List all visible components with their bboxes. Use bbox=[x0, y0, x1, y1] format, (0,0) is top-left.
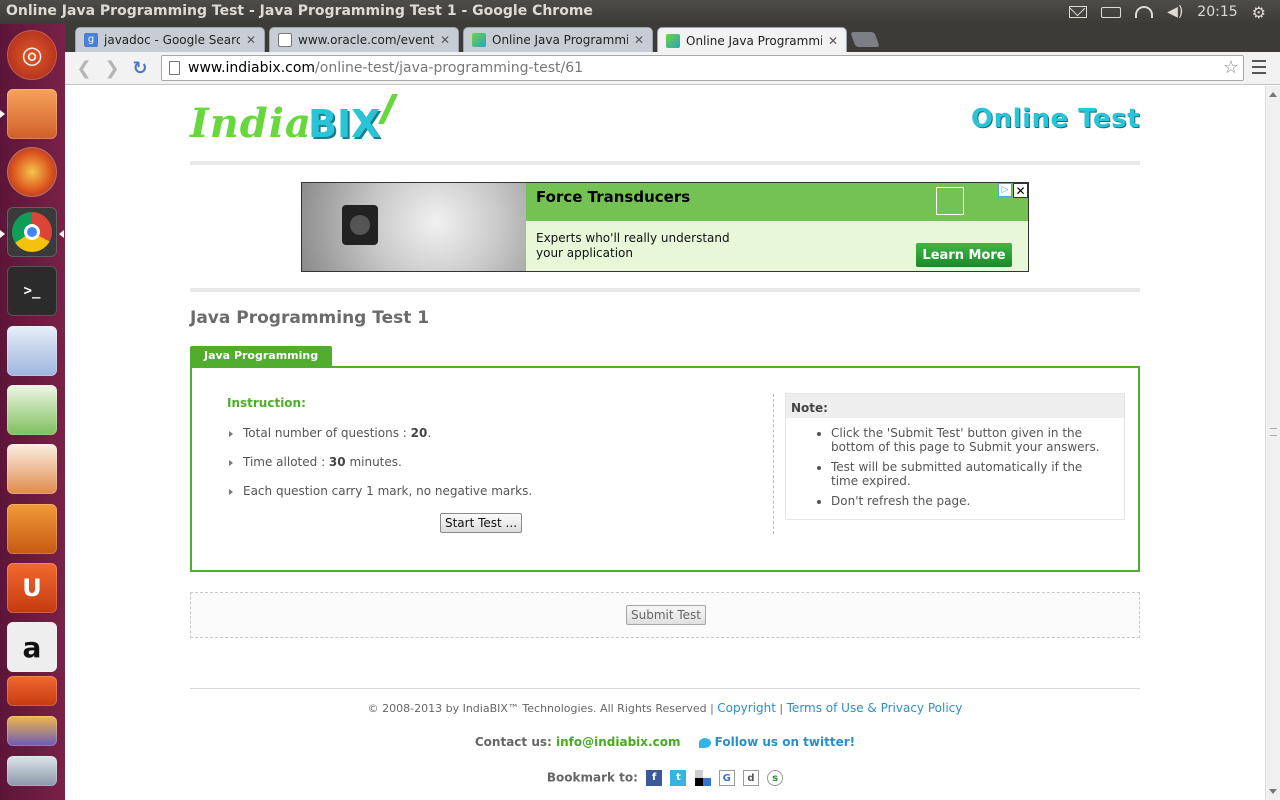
page-viewport: India BIX Online Test Force Transducers … bbox=[65, 86, 1265, 800]
ad-logo-icon bbox=[936, 187, 964, 215]
texmaker-icon[interactable] bbox=[7, 716, 57, 746]
ad-body: Experts who'll really understand your ap… bbox=[536, 231, 730, 260]
indiabix-logo[interactable]: India BIX bbox=[190, 92, 400, 152]
google-icon: g bbox=[84, 33, 98, 47]
ubuntu-dash-icon[interactable]: ◎ bbox=[7, 30, 57, 80]
google-bookmarks-icon[interactable]: G bbox=[718, 770, 735, 786]
libreoffice-impress-icon[interactable] bbox=[7, 444, 57, 494]
divider bbox=[773, 394, 774, 534]
email-link[interactable]: info@indiabix.com bbox=[556, 735, 680, 749]
system-tray: ◀) 20:15 ⚙ bbox=[1069, 0, 1280, 24]
submit-test-button[interactable]: Submit Test bbox=[626, 605, 706, 625]
instruction-label: Instruction: bbox=[227, 396, 306, 410]
online-test-heading: Online Test bbox=[971, 104, 1140, 134]
ad-close-icon[interactable]: ✕ bbox=[1013, 183, 1028, 198]
ad-image[interactable] bbox=[302, 183, 526, 271]
twitter-link[interactable]: Follow us on twitter! bbox=[715, 735, 855, 749]
submit-area: Submit Test bbox=[190, 592, 1140, 638]
ubuntu-one-music-icon[interactable] bbox=[7, 676, 57, 706]
clock[interactable]: 20:15 bbox=[1197, 4, 1237, 20]
amazon-icon[interactable]: a bbox=[7, 622, 57, 672]
chrome-icon[interactable] bbox=[7, 207, 57, 257]
scroll-down-icon[interactable] bbox=[1269, 789, 1277, 794]
battery-icon[interactable] bbox=[1101, 6, 1122, 18]
twitter-icon[interactable] bbox=[698, 737, 711, 748]
bullet-arrow-icon bbox=[229, 459, 233, 466]
page-icon bbox=[278, 33, 292, 47]
tab-google-search[interactable]: g javadoc - Google Search ✕ bbox=[75, 27, 265, 52]
ad-banner[interactable]: Force Transducers Experts who'll really … bbox=[301, 182, 1029, 272]
close-tab-icon[interactable]: ✕ bbox=[828, 34, 838, 48]
facebook-icon[interactable]: f bbox=[646, 770, 663, 786]
stumbleupon-icon[interactable]: s bbox=[767, 770, 784, 786]
forward-button[interactable]: ❯ bbox=[101, 58, 123, 79]
gear-icon[interactable]: ⚙ bbox=[1252, 3, 1266, 22]
test-info-panel: Instruction: Total number of questions :… bbox=[190, 366, 1140, 572]
indiabix-icon bbox=[666, 33, 680, 48]
ad-headline[interactable]: Force Transducers bbox=[536, 188, 690, 206]
divider bbox=[190, 288, 1140, 292]
bookmark-star-icon[interactable]: ☆ bbox=[1223, 57, 1239, 78]
os-top-panel: Online Java Programming Test - Java Prog… bbox=[0, 0, 1280, 24]
libreoffice-calc-icon[interactable] bbox=[7, 385, 57, 435]
document-viewer-icon[interactable] bbox=[7, 756, 57, 786]
unity-launcher: ◎ >_ U a bbox=[0, 24, 65, 800]
page-scrollbar[interactable] bbox=[1265, 86, 1280, 800]
footer-bookmarks: Bookmark to: f t G d s bbox=[190, 770, 1140, 786]
files-icon[interactable] bbox=[7, 89, 57, 139]
start-test-button[interactable]: Start Test ... bbox=[440, 513, 522, 533]
tab-oracle[interactable]: www.oracle.com/events/ ✕ bbox=[269, 27, 459, 52]
list-item: Total number of questions : 20. bbox=[229, 426, 431, 440]
chrome-menu-icon[interactable] bbox=[1252, 60, 1266, 74]
volume-icon[interactable]: ◀) bbox=[1167, 4, 1183, 20]
new-tab-button[interactable] bbox=[850, 32, 880, 47]
note-item: Test will be submitted automatically if … bbox=[831, 460, 1112, 488]
note-item: Click the 'Submit Test' button given in … bbox=[831, 426, 1112, 454]
delicious-icon[interactable] bbox=[694, 770, 711, 786]
tab-java-programming[interactable]: Java Programming bbox=[190, 346, 333, 366]
divider bbox=[190, 161, 1140, 165]
scroll-grip[interactable] bbox=[1270, 428, 1277, 436]
browser-toolbar: ❮ ❯ ↻ www.indiabix.com/online-test/java-… bbox=[65, 52, 1280, 85]
digg-icon[interactable]: d bbox=[742, 770, 759, 786]
tab-indiabix-1[interactable]: Online Java Programming ✕ bbox=[463, 27, 653, 52]
note-title: Note: bbox=[786, 394, 1124, 418]
libreoffice-writer-icon[interactable] bbox=[7, 326, 57, 376]
footer-contact: Contact us: info@indiabix.com Follow us … bbox=[474, 735, 856, 749]
page-title: Java Programming Test 1 bbox=[190, 308, 430, 328]
mail-icon[interactable] bbox=[1069, 6, 1088, 18]
tab-indiabix-active[interactable]: Online Java Programming ✕ bbox=[657, 27, 847, 53]
page-icon bbox=[169, 61, 180, 75]
terminal-icon[interactable]: >_ bbox=[7, 266, 57, 316]
address-bar[interactable]: www.indiabix.com/online-test/java-progra… bbox=[161, 55, 1244, 81]
twitter-icon[interactable]: t bbox=[670, 770, 687, 786]
note-item: Don't refresh the page. bbox=[831, 494, 1112, 508]
footer-copyright: © 2008-2013 by IndiaBIX™ Technologies. A… bbox=[367, 701, 963, 715]
divider bbox=[190, 688, 1140, 689]
note-box: Note: Click the 'Submit Test' button giv… bbox=[785, 393, 1125, 520]
wifi-icon[interactable] bbox=[1135, 6, 1154, 18]
close-tab-icon[interactable]: ✕ bbox=[440, 33, 450, 47]
adchoices-icon[interactable]: ▷ bbox=[998, 183, 1012, 197]
copyright-link[interactable]: Copyright bbox=[717, 701, 776, 715]
back-button[interactable]: ❮ bbox=[73, 58, 95, 79]
ubuntu-one-icon[interactable]: U bbox=[7, 563, 57, 613]
url-host: www.indiabix.com bbox=[188, 60, 316, 76]
firefox-icon[interactable] bbox=[7, 147, 57, 197]
bullet-arrow-icon bbox=[229, 488, 233, 495]
reload-button[interactable]: ↻ bbox=[129, 58, 151, 79]
scroll-up-icon[interactable] bbox=[1269, 92, 1277, 97]
list-item: Each question carry 1 mark, no negative … bbox=[229, 484, 532, 498]
list-item: Time alloted : 30 minutes. bbox=[229, 455, 402, 469]
browser-tab-strip: g javadoc - Google Search ✕ www.oracle.c… bbox=[65, 24, 1280, 53]
terms-link[interactable]: Terms of Use & Privacy Policy bbox=[787, 701, 963, 715]
bullet-arrow-icon bbox=[229, 430, 233, 437]
close-tab-icon[interactable]: ✕ bbox=[634, 33, 644, 47]
learn-more-button[interactable]: Learn More bbox=[916, 243, 1012, 267]
software-center-icon[interactable] bbox=[7, 504, 57, 554]
close-tab-icon[interactable]: ✕ bbox=[246, 33, 256, 47]
url-path: /online-test/java-programming-test/61 bbox=[315, 60, 584, 76]
indiabix-icon bbox=[472, 33, 486, 47]
window-title: Online Java Programming Test - Java Prog… bbox=[6, 3, 593, 19]
